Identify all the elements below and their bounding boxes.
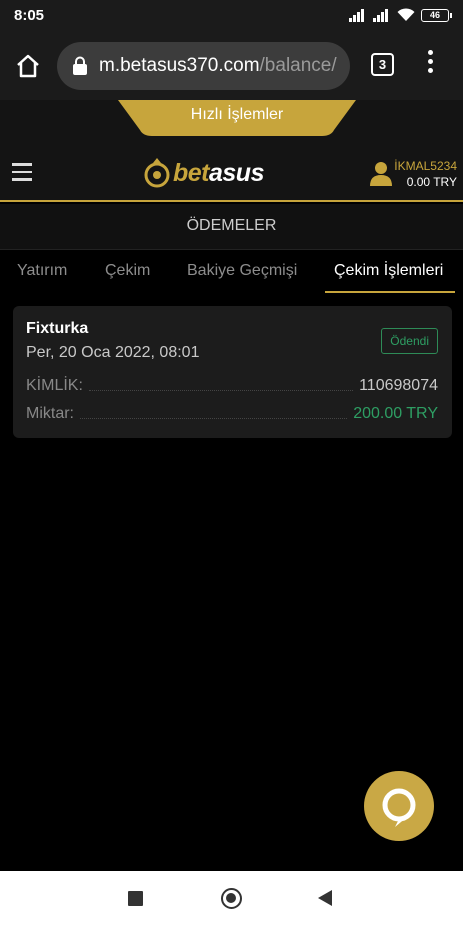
lock-icon xyxy=(73,56,87,75)
battery-icon: 46 xyxy=(421,8,452,22)
logo-text-right: asus xyxy=(209,158,264,187)
logo-text-left: bet xyxy=(173,158,210,187)
nav-recents-icon[interactable] xyxy=(128,891,143,906)
signal-icon xyxy=(349,8,367,22)
status-bar: 8:05 46 xyxy=(0,0,463,32)
nav-home-icon[interactable] xyxy=(221,888,242,909)
wifi-icon xyxy=(397,8,415,21)
tab-withdraw-transactions[interactable]: Çekim İşlemleri xyxy=(334,262,443,280)
payment-tabs: Yatırım Çekim Bakiye Geçmişi Çekim İşlem… xyxy=(0,250,463,294)
system-nav-bar xyxy=(0,871,463,926)
transaction-id-value: 110698074 xyxy=(359,377,438,394)
user-icon[interactable] xyxy=(370,161,392,186)
transaction-amount-row: Miktar: 200.00 TRY xyxy=(26,403,438,423)
more-vert-icon[interactable] xyxy=(423,50,437,80)
logo-icon xyxy=(144,158,170,188)
status-icons: 46 xyxy=(349,8,452,22)
transaction-amount-label: Miktar: xyxy=(26,405,74,422)
transaction-amount-value: 200.00 TRY xyxy=(353,405,438,422)
home-icon[interactable] xyxy=(14,52,42,80)
tabs-icon[interactable]: 3 xyxy=(371,53,394,76)
site-header: Hızlı İşlemler betasus İKMAL5234 0.00 TR… xyxy=(0,100,463,202)
transaction-card: Fixturka Per, 20 Oca 2022, 08:01 Ödendi … xyxy=(13,306,452,438)
live-chat-button[interactable] xyxy=(364,771,434,841)
address-bar[interactable]: m.betasus370.com/balance/ xyxy=(57,42,350,90)
page-title: ÖDEMELER xyxy=(0,204,463,250)
logo-text: betasus xyxy=(173,159,264,188)
browser-toolbar: m.betasus370.com/balance/ 3 xyxy=(0,32,463,100)
nav-back-icon[interactable] xyxy=(318,890,332,906)
transaction-date: Per, 20 Oca 2022, 08:01 xyxy=(26,344,200,361)
tab-withdraw[interactable]: Çekim xyxy=(105,262,150,280)
quick-actions-tab[interactable]: Hızlı İşlemler xyxy=(118,100,356,136)
signal-icon xyxy=(373,8,391,22)
url-path: /balance/ xyxy=(259,55,337,76)
transaction-id-row: KİMLİK: 110698074 xyxy=(26,375,438,395)
transaction-id-label: KİMLİK: xyxy=(26,377,83,394)
url-text: m.betasus370.com/balance/ xyxy=(99,55,337,77)
transaction-method: Fixturka xyxy=(26,320,89,337)
user-balance: 0.00 TRY xyxy=(406,175,457,189)
row-leader xyxy=(88,390,354,391)
chat-icon xyxy=(382,788,416,827)
url-host: m.betasus370.com xyxy=(99,55,260,76)
hamburger-icon[interactable] xyxy=(12,163,32,183)
status-badge: Ödendi xyxy=(381,328,438,354)
status-time: 8:05 xyxy=(14,7,45,24)
tab-deposit[interactable]: Yatırım xyxy=(17,262,67,280)
tab-balance-history[interactable]: Bakiye Geçmişi xyxy=(187,262,297,280)
tab-count: 3 xyxy=(378,57,387,72)
active-tab-indicator xyxy=(325,291,455,293)
row-leader xyxy=(80,418,348,419)
site-logo[interactable]: betasus xyxy=(143,155,264,191)
battery-level: 46 xyxy=(429,10,440,20)
quick-actions-label: Hızlı İşlemler xyxy=(190,106,284,123)
username[interactable]: İKMAL5234 xyxy=(394,159,457,173)
